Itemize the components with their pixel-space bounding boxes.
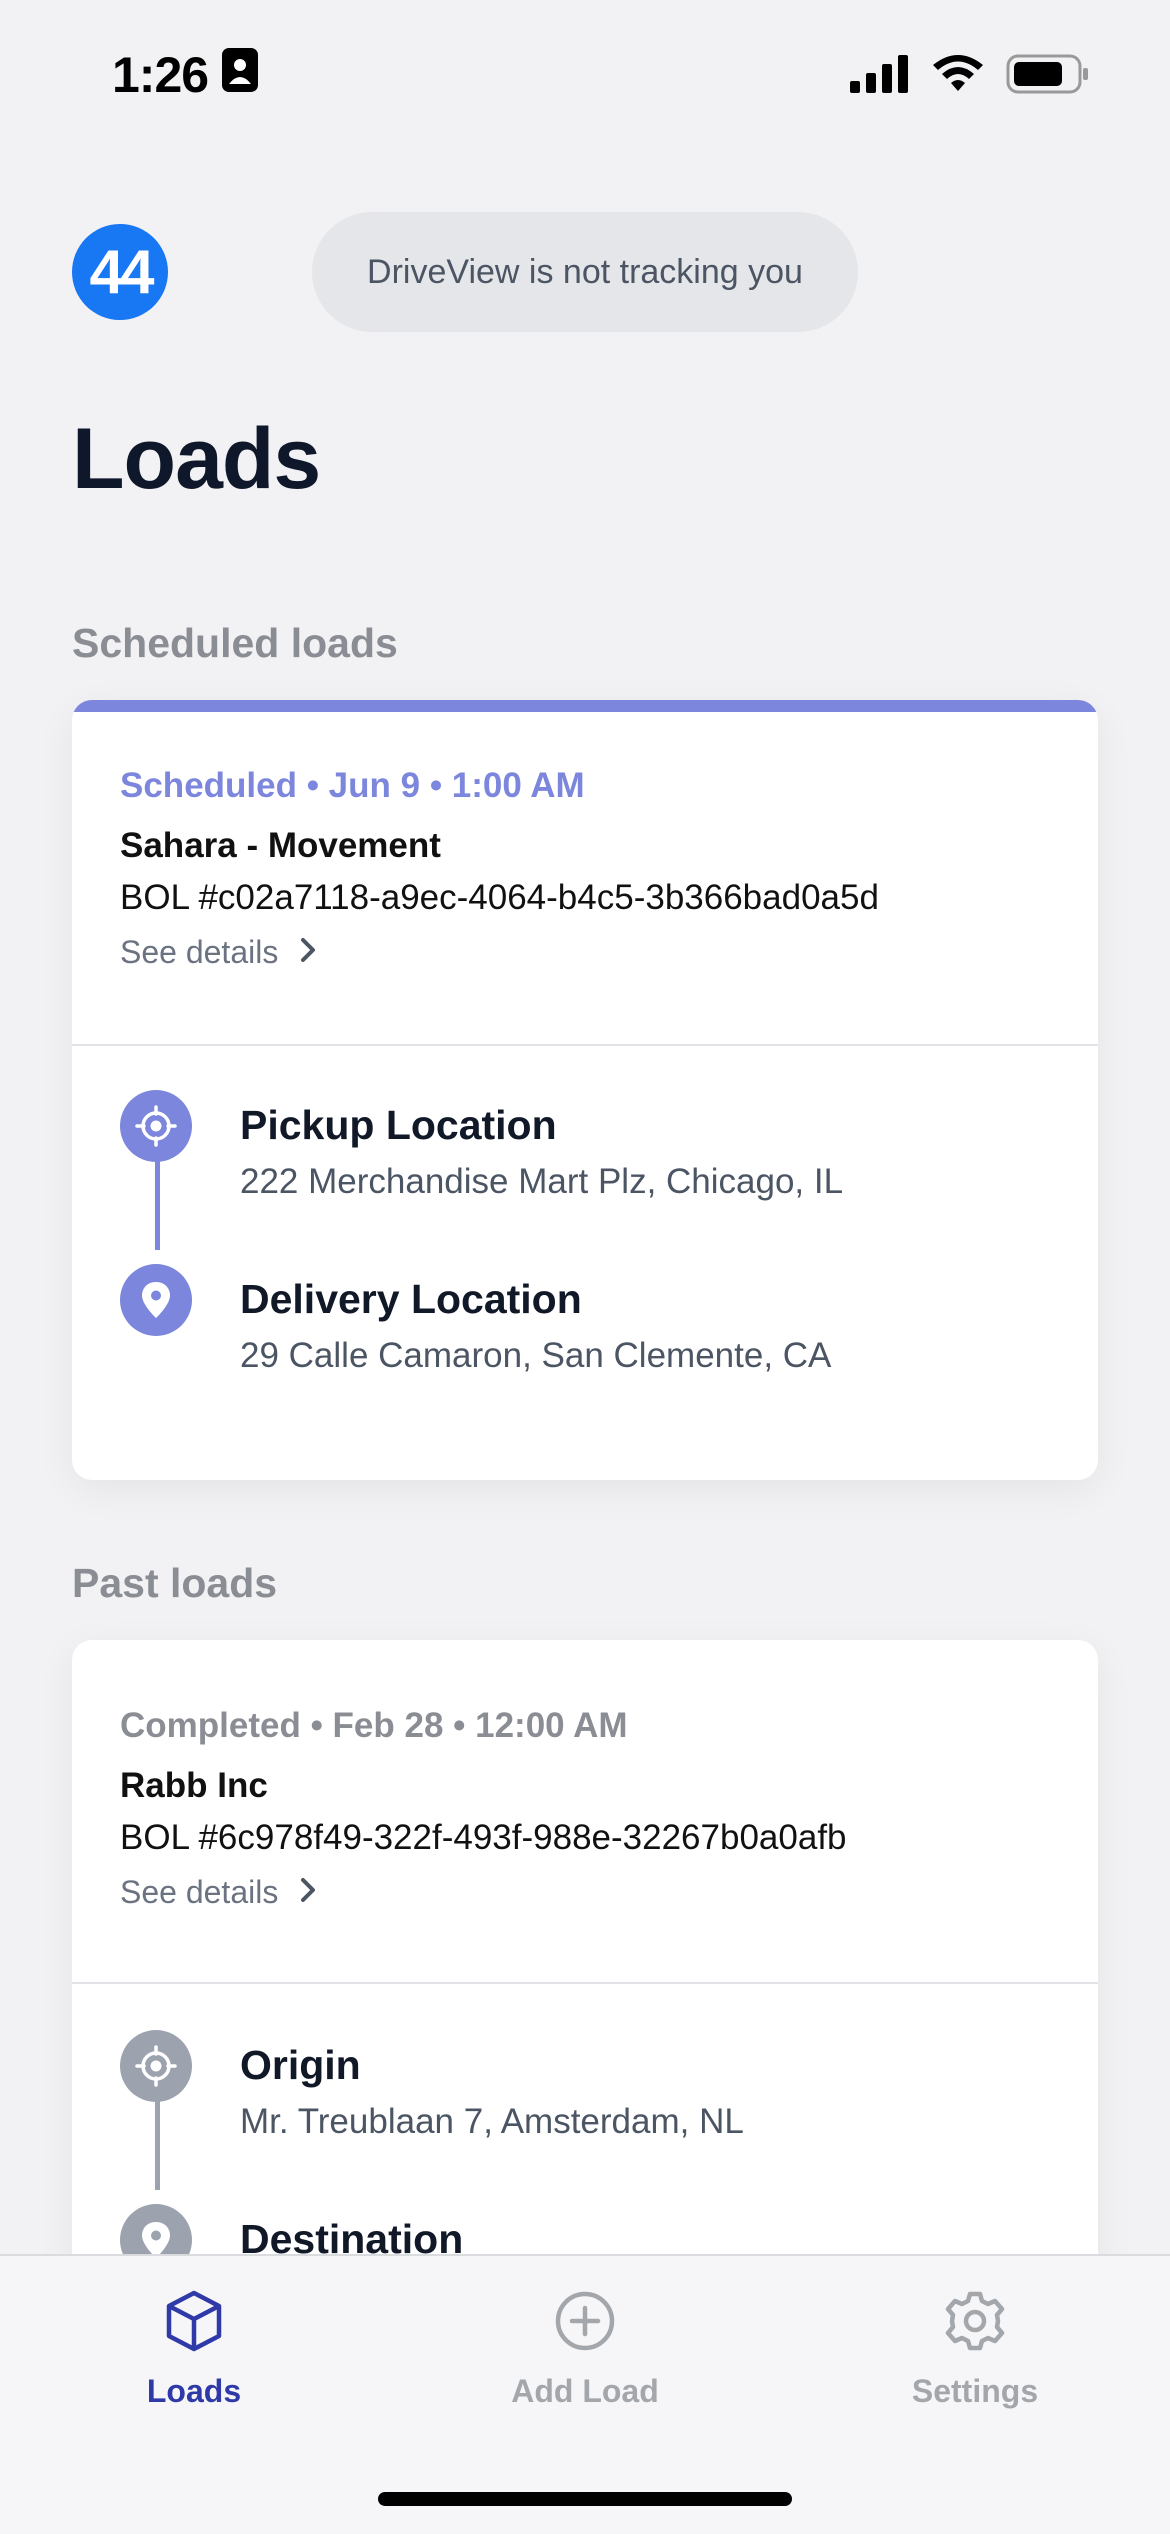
- page-title: Loads: [72, 411, 321, 507]
- tab-loads-label: Loads: [146, 2373, 242, 2409]
- tracking-status-text: DriveView is not tracking you: [367, 252, 803, 291]
- map-pin-icon: [120, 1264, 192, 1336]
- load-status-line: Scheduled • Jun 9 • 1:00 AM: [120, 766, 585, 805]
- pickup-location-address: 222 Merchandise Mart Plz, Chicago, IL: [240, 1162, 844, 1201]
- tab-add-load-label: Add Load: [511, 2373, 659, 2409]
- card-divider: [72, 1044, 1098, 1046]
- app-logo: 44: [72, 224, 168, 320]
- pickup-location-title: Pickup Location: [240, 1102, 557, 1148]
- delivery-location-title: Delivery Location: [240, 1276, 582, 1322]
- cube-icon: [161, 2288, 227, 2359]
- status-bar-time: 1:26: [112, 46, 259, 104]
- shipper-name: Sahara - Movement: [120, 826, 441, 865]
- cellular-signal-icon: [850, 55, 910, 98]
- origin-title: Origin: [240, 2042, 361, 2088]
- contact-card-icon: [222, 46, 259, 104]
- shipper-name: Rabb Inc: [120, 1766, 268, 1805]
- bol-number: BOL #c02a7118-a9ec-4064-b4c5-3b366bad0a5…: [120, 878, 879, 917]
- chevron-right-icon: [300, 1874, 316, 1911]
- home-indicator[interactable]: [378, 2492, 792, 2506]
- past-loads-heading: Past loads: [72, 1560, 278, 1606]
- time-text: 1:26: [112, 47, 209, 103]
- crosshair-icon: [120, 1090, 192, 1162]
- wifi-icon: [932, 55, 984, 98]
- see-details-label: See details: [120, 1874, 279, 1910]
- card-divider: [72, 1982, 1098, 1984]
- tab-settings[interactable]: Settings: [865, 2288, 1085, 2410]
- tab-loads[interactable]: Loads: [84, 2288, 304, 2410]
- gear-icon: [942, 2288, 1008, 2359]
- load-status-line: Completed • Feb 28 • 12:00 AM: [120, 1706, 628, 1745]
- plus-circle-icon: [552, 2288, 618, 2359]
- battery-icon: [1006, 54, 1090, 99]
- tab-add-load[interactable]: Add Load: [475, 2288, 695, 2410]
- delivery-location-address: 29 Calle Camaron, San Clemente, CA: [240, 1336, 832, 1375]
- status-bar-indicators: [850, 54, 1090, 99]
- tracking-status-pill[interactable]: DriveView is not tracking you: [312, 212, 858, 332]
- origin-address: Mr. Treublaan 7, Amsterdam, NL: [240, 2102, 744, 2141]
- see-details-link[interactable]: See details: [120, 1874, 1050, 1911]
- card-accent-bar: [72, 700, 1098, 712]
- bol-number: BOL #6c978f49-322f-493f-988e-32267b0a0af…: [120, 1818, 847, 1857]
- scheduled-loads-heading: Scheduled loads: [72, 620, 398, 666]
- chevron-right-icon: [300, 934, 316, 971]
- see-details-link[interactable]: See details: [120, 934, 1050, 971]
- scheduled-load-card[interactable]: Scheduled • Jun 9 • 1:00 AM Sahara - Mov…: [72, 700, 1098, 1480]
- see-details-label: See details: [120, 934, 279, 970]
- tab-settings-label: Settings: [911, 2373, 1039, 2409]
- logo-text: 44: [89, 237, 155, 307]
- crosshair-icon: [120, 2030, 192, 2102]
